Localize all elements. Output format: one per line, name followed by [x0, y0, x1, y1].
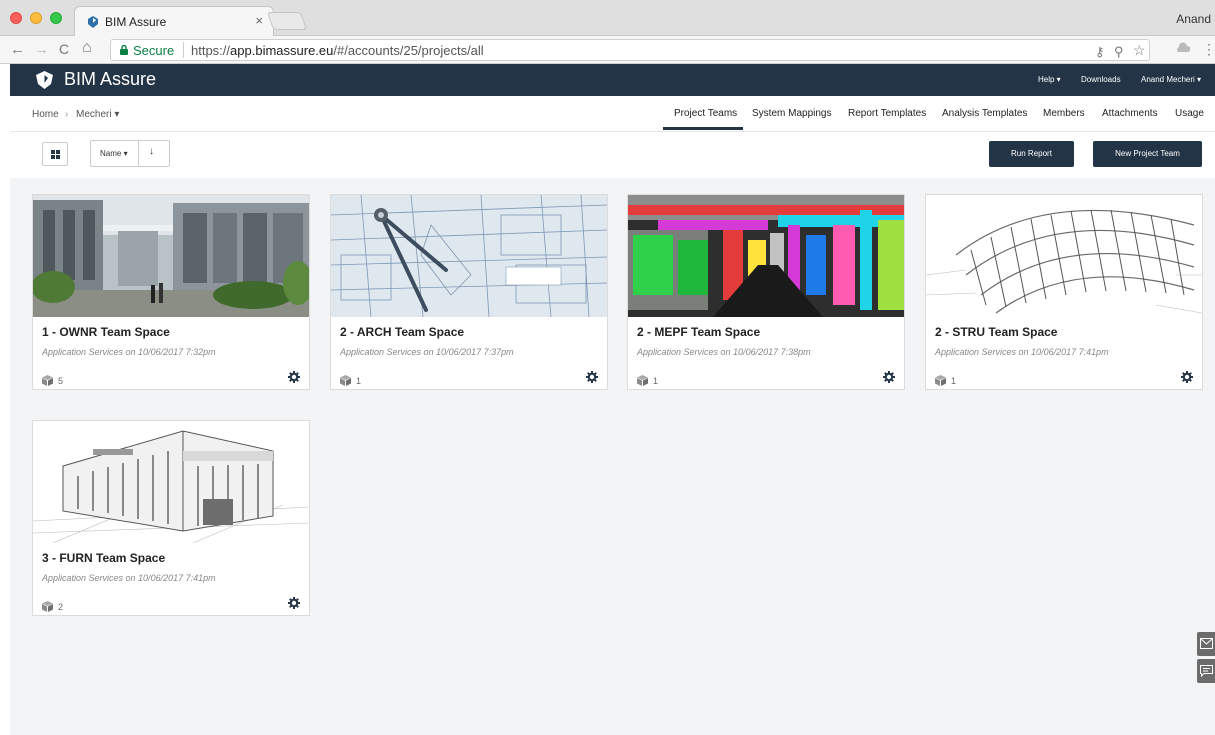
browser-tab[interactable]: BIM Assure × [74, 6, 274, 36]
sub-navigation: Home › Mecheri ▾ Project Teams System Ma… [10, 96, 1215, 132]
project-team-card[interactable]: 2 - ARCH Team Space Application Services… [330, 194, 608, 390]
browser-menu-icon[interactable]: ⋮ [1202, 41, 1215, 58]
help-menu[interactable]: Help ▾ [1038, 75, 1061, 84]
settings-gear-icon[interactable] [288, 597, 300, 609]
sort-direction-icon[interactable]: ↓ [149, 146, 154, 157]
user-menu[interactable]: Anand Mecheri ▾ [1141, 75, 1201, 84]
settings-gear-icon[interactable] [1181, 371, 1193, 383]
tab-usage[interactable]: Usage [1175, 108, 1204, 119]
url-input[interactable]: Secure https://app.bimassure.eu/#/accoun… [110, 39, 1150, 61]
browser-profile-name[interactable]: Anand [1176, 12, 1211, 26]
project-team-card[interactable]: 1 - OWNR Team Space Application Services… [32, 194, 310, 390]
owner-building-thumbnail [33, 195, 309, 317]
back-icon[interactable]: ← [10, 41, 25, 58]
lock-icon [120, 45, 128, 55]
card-meta: Application Services on 10/06/2017 7:32p… [42, 347, 216, 357]
mep-model-thumbnail [628, 195, 904, 317]
tab-attachments[interactable]: Attachments [1102, 108, 1158, 119]
card-title[interactable]: 2 - MEPF Team Space [637, 325, 760, 339]
window-maximize-button[interactable] [50, 12, 62, 24]
tab-title: BIM Assure [105, 15, 167, 29]
model-cube-icon [42, 601, 53, 612]
card-title[interactable]: 1 - OWNR Team Space [42, 325, 170, 339]
forward-icon[interactable]: → [34, 41, 49, 58]
mail-icon [1200, 638, 1213, 649]
card-title[interactable]: 2 - STRU Team Space [935, 325, 1057, 339]
chat-widget-button[interactable] [1197, 659, 1215, 683]
zoom-icon[interactable]: ⚲ [1114, 44, 1124, 60]
model-cube-icon [637, 375, 648, 386]
grid-view-button[interactable] [42, 142, 68, 166]
grid-view-icon [51, 150, 60, 159]
run-report-button[interactable]: Run Report [989, 141, 1074, 167]
bim-assure-favicon-icon [88, 16, 98, 28]
sort-field-dropdown[interactable]: Name ▾ [100, 149, 128, 158]
chat-icon [1200, 665, 1213, 677]
settings-gear-icon[interactable] [883, 371, 895, 383]
tab-project-teams[interactable]: Project Teams [674, 108, 737, 119]
browser-address-bar: ← → C ⌂ Secure https://app.bimassure.eu/… [0, 36, 1215, 64]
card-model-count: 1 [951, 376, 957, 386]
structural-model-thumbnail [926, 195, 1202, 317]
tab-system-mappings[interactable]: System Mappings [752, 108, 831, 119]
breadcrumb-separator: › [65, 109, 69, 120]
card-model-count: 2 [58, 602, 64, 612]
active-tab-indicator [663, 127, 743, 130]
secure-label: Secure [133, 43, 175, 58]
breadcrumb-home[interactable]: Home [32, 109, 59, 120]
browser-tab-bar: BIM Assure × Anand [0, 0, 1215, 36]
card-meta: Application Services on 10/06/2017 7:38p… [637, 347, 811, 357]
tab-members[interactable]: Members [1043, 108, 1085, 119]
tab-analysis-templates[interactable]: Analysis Templates [942, 108, 1027, 119]
tab-close-icon[interactable]: × [255, 13, 263, 28]
breadcrumb-account[interactable]: Mecheri ▾ [76, 109, 119, 120]
downloads-link[interactable]: Downloads [1081, 75, 1121, 84]
card-title[interactable]: 3 - FURN Team Space [42, 551, 165, 565]
model-cube-icon [935, 375, 946, 386]
email-widget-button[interactable] [1197, 632, 1215, 656]
card-model-count: 1 [356, 376, 362, 386]
url-divider [183, 42, 184, 58]
furniture-building-thumbnail [33, 421, 309, 543]
new-tab-button[interactable] [266, 12, 308, 30]
app-header: BIM Assure Help ▾ Downloads Anand Mecher… [10, 64, 1215, 96]
key-icon[interactable]: ⚷ [1095, 44, 1105, 60]
card-title[interactable]: 2 - ARCH Team Space [340, 325, 464, 339]
tab-report-templates[interactable]: Report Templates [848, 108, 926, 119]
toolbar: Name ▾ ↓ Run Report New Project Team [10, 132, 1215, 178]
project-team-card[interactable]: 3 - FURN Team Space Application Services… [32, 420, 310, 616]
new-project-team-button[interactable]: New Project Team [1093, 141, 1202, 167]
card-model-count: 1 [653, 376, 659, 386]
sort-control: Name ▾ ↓ [90, 140, 170, 167]
settings-gear-icon[interactable] [586, 371, 598, 383]
model-cube-icon [42, 375, 53, 386]
extension-icon[interactable] [1176, 41, 1190, 55]
card-model-count: 5 [58, 376, 64, 386]
project-teams-grid: 1 - OWNR Team Space Application Services… [10, 178, 1215, 735]
architectural-blueprint-thumbnail [331, 195, 607, 317]
reload-icon[interactable]: C [59, 41, 69, 57]
card-meta: Application Services on 10/06/2017 7:37p… [340, 347, 514, 357]
bim-assure-logo-icon [36, 71, 53, 89]
bookmark-star-icon[interactable]: ☆ [1133, 42, 1146, 59]
model-cube-icon [340, 375, 351, 386]
sort-divider [138, 141, 139, 166]
app-brand[interactable]: BIM Assure [64, 69, 156, 90]
window-close-button[interactable] [10, 12, 22, 24]
card-meta: Application Services on 10/06/2017 7:41p… [935, 347, 1109, 357]
window-minimize-button[interactable] [30, 12, 42, 24]
settings-gear-icon[interactable] [288, 371, 300, 383]
card-meta: Application Services on 10/06/2017 7:41p… [42, 573, 216, 583]
home-icon[interactable]: ⌂ [82, 39, 92, 57]
project-team-card[interactable]: 2 - MEPF Team Space Application Services… [627, 194, 905, 390]
url-text: https://app.bimassure.eu/#/accounts/25/p… [191, 43, 484, 58]
project-team-card[interactable]: 2 - STRU Team Space Application Services… [925, 194, 1203, 390]
